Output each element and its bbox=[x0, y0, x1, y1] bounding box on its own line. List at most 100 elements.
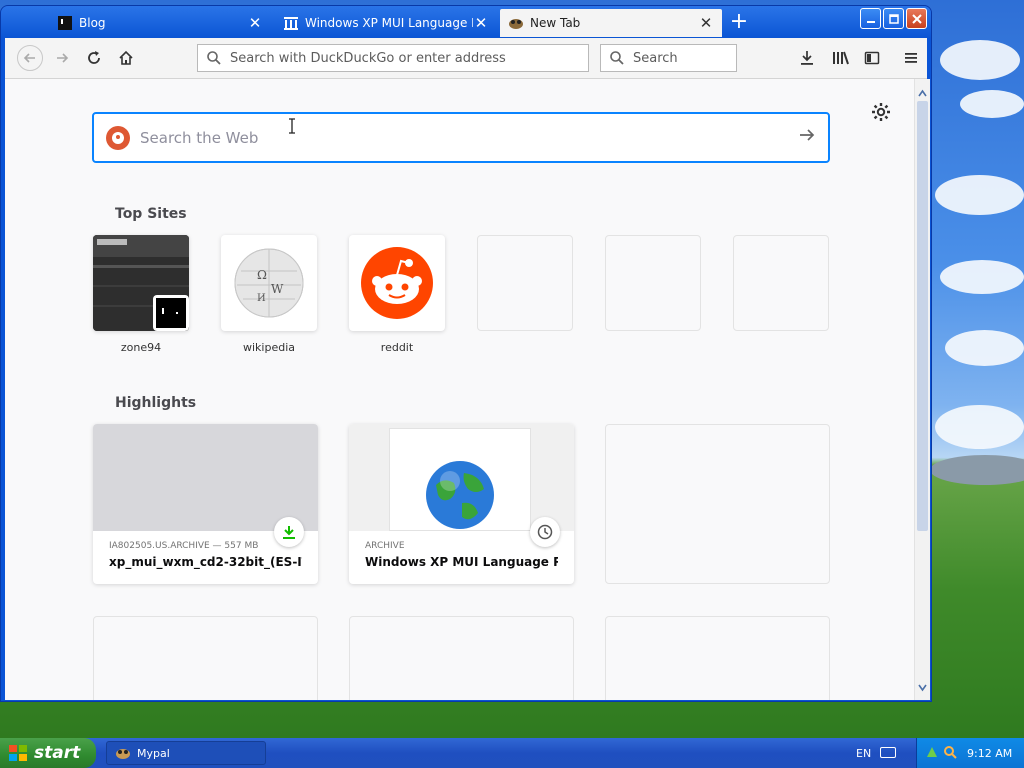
highlights-heading: Highlights bbox=[115, 395, 197, 411]
vertical-scrollbar[interactable] bbox=[914, 79, 930, 700]
reload-icon bbox=[88, 51, 100, 64]
close-window-button[interactable] bbox=[906, 8, 927, 29]
library-button[interactable] bbox=[829, 46, 853, 70]
maximize-button[interactable] bbox=[883, 8, 904, 29]
nav-toolbar: Search with DuckDuckGo or enter address … bbox=[5, 38, 927, 79]
empty-tile bbox=[733, 235, 829, 331]
highlight-empty-slot bbox=[349, 616, 574, 700]
home-button[interactable] bbox=[114, 46, 138, 70]
top-site-empty-slot[interactable] bbox=[605, 235, 701, 331]
maximize-icon bbox=[888, 13, 899, 24]
hamburger-menu-icon bbox=[905, 53, 917, 63]
download-icon bbox=[801, 51, 813, 65]
top-site-label: reddit bbox=[380, 341, 414, 354]
empty-tile bbox=[605, 235, 701, 331]
language-indicator[interactable]: EN bbox=[856, 738, 871, 768]
tab-language-packs[interactable]: Windows XP MUI Language Packs ✕ bbox=[275, 9, 497, 37]
taskbar-item-label: Mypal bbox=[137, 746, 170, 760]
browser-window: Blog ✕ Windows XP MUI Language Packs ✕ N… bbox=[0, 5, 932, 702]
new-tab-button[interactable]: + bbox=[727, 11, 751, 35]
address-bar[interactable]: Search with DuckDuckGo or enter address bbox=[197, 44, 589, 72]
web-search-box[interactable]: Search the Web bbox=[92, 112, 830, 163]
reload-button[interactable] bbox=[82, 46, 106, 70]
globe-icon bbox=[389, 428, 531, 531]
forward-arrow-icon bbox=[57, 53, 69, 63]
top-site-label: zone94 bbox=[120, 341, 162, 354]
duckduckgo-icon bbox=[106, 125, 130, 150]
terminal-icon bbox=[57, 15, 73, 31]
tab-title: Windows XP MUI Language Packs bbox=[305, 16, 473, 30]
distant-hill bbox=[930, 455, 1024, 485]
taskbar: start Mypal EN 9:12 AM bbox=[0, 738, 1024, 768]
highlight-empty-slot bbox=[605, 616, 830, 700]
highlight-card-download[interactable]: IA802505.US.ARCHIVE — 557 MB xp_mui_wxm_… bbox=[93, 424, 318, 584]
cloud bbox=[940, 260, 1024, 294]
highlight-card-history[interactable]: ARCHIVE Windows XP MUI Language Pack... bbox=[349, 424, 574, 584]
network-icon[interactable] bbox=[925, 745, 939, 762]
tab-close-icon[interactable]: ✕ bbox=[247, 14, 263, 32]
forward-button[interactable] bbox=[50, 46, 74, 70]
svg-text:W: W bbox=[271, 282, 284, 296]
tab-title: New Tab bbox=[530, 16, 581, 30]
tab-close-icon[interactable]: ✕ bbox=[473, 14, 489, 32]
archive-icon bbox=[283, 15, 299, 31]
top-site-empty-slot[interactable] bbox=[477, 235, 573, 331]
system-tray: 9:12 AM bbox=[916, 738, 1024, 768]
downloads-button[interactable] bbox=[795, 46, 819, 70]
highlight-preview-image bbox=[93, 424, 318, 547]
scroll-up-icon[interactable] bbox=[918, 83, 927, 102]
tab-new-tab[interactable]: New Tab ✕ bbox=[500, 9, 722, 37]
start-button[interactable]: start bbox=[0, 738, 96, 768]
sidebar-button[interactable] bbox=[860, 46, 884, 70]
keyboard-icon[interactable] bbox=[880, 747, 896, 758]
download-icon bbox=[274, 517, 304, 547]
svg-text:И: И bbox=[257, 293, 266, 304]
top-site-zone94[interactable]: zone94 bbox=[93, 235, 189, 354]
top-site-label: wikipedia bbox=[242, 341, 295, 354]
new-tab-page: Search the Web Top Sites zone94 ΩWИ wiki… bbox=[5, 79, 914, 700]
cloud bbox=[960, 90, 1024, 118]
library-icon bbox=[833, 51, 849, 65]
search-tray-icon[interactable] bbox=[943, 745, 957, 762]
sidebar-icon bbox=[864, 51, 880, 65]
customize-gear-icon[interactable] bbox=[871, 102, 891, 127]
terminal-icon bbox=[153, 295, 189, 331]
highlight-context: ARCHIVE bbox=[365, 541, 405, 551]
window-controls bbox=[860, 8, 927, 29]
minimize-button[interactable] bbox=[860, 8, 881, 29]
tab-blog[interactable]: Blog ✕ bbox=[49, 9, 271, 37]
tab-close-icon[interactable]: ✕ bbox=[698, 14, 714, 32]
tab-strip: Blog ✕ Windows XP MUI Language Packs ✕ N… bbox=[1, 6, 931, 38]
cloud bbox=[940, 40, 1020, 80]
taskbar-item-mypal[interactable]: Mypal bbox=[106, 741, 266, 765]
highlight-title: xp_mui_wxm_cd2-32bit_(ES-IT-... bbox=[109, 555, 302, 569]
clock[interactable]: 9:12 AM bbox=[967, 747, 1012, 760]
scroll-down-icon[interactable] bbox=[918, 677, 927, 696]
search-bar[interactable]: Search bbox=[600, 44, 737, 72]
wikipedia-globe-icon: ΩWИ bbox=[221, 235, 317, 331]
top-site-empty-slot[interactable] bbox=[733, 235, 829, 331]
highlight-empty-slot bbox=[93, 616, 318, 700]
back-arrow-icon bbox=[23, 53, 35, 63]
highlight-context: IA802505.US.ARCHIVE — 557 MB bbox=[109, 541, 259, 551]
close-icon bbox=[911, 13, 922, 24]
cloud bbox=[935, 405, 1024, 449]
top-sites-heading: Top Sites bbox=[115, 206, 187, 222]
empty-tile bbox=[477, 235, 573, 331]
scrollbar-thumb[interactable] bbox=[917, 101, 928, 531]
back-button[interactable] bbox=[17, 45, 43, 71]
highlight-preview-image bbox=[349, 424, 574, 547]
search-icon bbox=[207, 51, 221, 65]
cloud bbox=[945, 330, 1024, 366]
menu-button[interactable] bbox=[899, 46, 923, 70]
reddit-icon bbox=[349, 235, 445, 331]
highlight-empty-slot bbox=[605, 424, 830, 584]
top-site-reddit[interactable]: reddit bbox=[349, 235, 445, 354]
mypal-icon bbox=[116, 749, 130, 759]
mypal-icon bbox=[508, 15, 524, 31]
web-search-placeholder: Search the Web bbox=[140, 128, 259, 147]
windows-logo-icon bbox=[9, 745, 27, 761]
top-site-wikipedia[interactable]: ΩWИ wikipedia bbox=[221, 235, 317, 354]
highlight-title: Windows XP MUI Language Pack... bbox=[365, 555, 558, 569]
search-submit-arrow-icon[interactable] bbox=[798, 127, 828, 148]
